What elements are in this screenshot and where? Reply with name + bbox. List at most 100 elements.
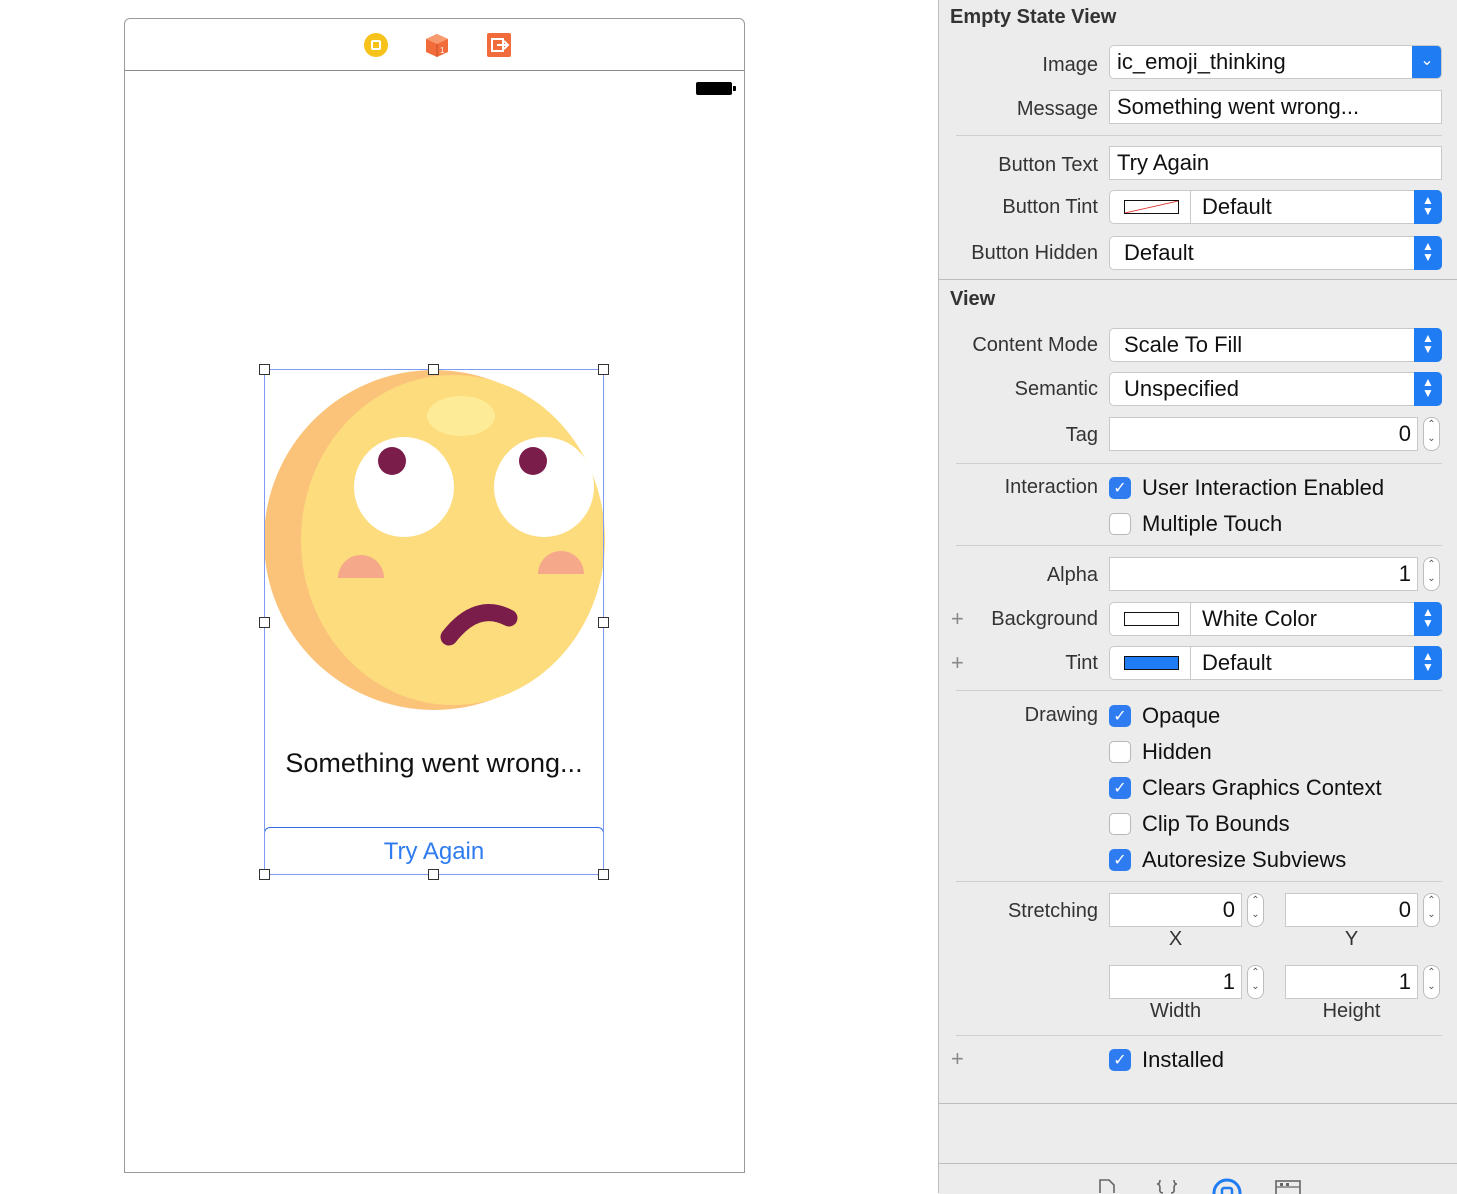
section-divider [939, 279, 1457, 280]
button-tint-value: Default [1202, 194, 1272, 219]
stretch-y-stepper[interactable]: ⌃ ⌄ [1423, 893, 1440, 927]
resize-handle-top[interactable] [428, 364, 439, 375]
clip-to-bounds-label: Clip To Bounds [1142, 811, 1290, 836]
popup-arrows-icon: ▲ ▼ [1414, 236, 1442, 270]
alpha-field[interactable]: 1 [1109, 557, 1418, 591]
stretch-y-caption: Y [1344, 928, 1359, 950]
stretch-width-field[interactable]: 1 [1109, 965, 1242, 999]
tag-label: Tag [1065, 424, 1098, 446]
button-hidden-value: Default [1124, 240, 1194, 265]
first-responder-icon[interactable]: 1 [423, 31, 451, 59]
installed-label: Installed [1142, 1047, 1224, 1072]
button-tint-swatch-area[interactable] [1110, 191, 1191, 223]
clip-to-bounds-checkbox[interactable] [1109, 813, 1131, 835]
tint-popup[interactable]: Default ▲ ▼ [1109, 646, 1442, 680]
library-tab-bar [939, 1163, 1457, 1194]
drawing-label: Drawing [1024, 704, 1098, 726]
media-library-icon[interactable] [1275, 1178, 1301, 1194]
background-popup[interactable]: White Color ▲ ▼ [1109, 602, 1442, 636]
content-mode-popup[interactable]: Scale To Fill ▲ ▼ [1109, 328, 1442, 362]
image-combo-box[interactable]: ic_emoji_thinking ⌄ [1109, 45, 1442, 79]
tint-value: Default [1202, 650, 1272, 675]
background-value: White Color [1202, 606, 1317, 631]
background-swatch-area[interactable] [1110, 603, 1191, 635]
hidden-label: Hidden [1142, 739, 1212, 764]
popup-arrows-icon: ▲ ▼ [1414, 602, 1442, 636]
popup-arrows-icon: ▲ ▼ [1414, 646, 1442, 680]
divider [956, 545, 1442, 546]
clears-graphics-label: Clears Graphics Context [1142, 775, 1382, 800]
semantic-value: Unspecified [1124, 376, 1239, 401]
user-interaction-checkbox[interactable]: ✓ [1109, 477, 1131, 499]
image-label: Image [1042, 54, 1098, 76]
empty-state-section-title: Empty State View [950, 6, 1117, 28]
button-tint-popup[interactable]: Default ▲ ▼ [1109, 190, 1442, 224]
stretch-x-field[interactable]: 0 [1109, 893, 1242, 927]
tint-swatch-area[interactable] [1110, 647, 1191, 679]
button-text-label: Button Text [998, 154, 1098, 176]
stretch-x-stepper[interactable]: ⌃ ⌄ [1247, 893, 1264, 927]
add-variation-icon[interactable]: + [951, 1046, 964, 1072]
white-color-swatch [1124, 612, 1179, 626]
divider [956, 1035, 1442, 1036]
no-color-swatch-icon [1124, 200, 1179, 214]
button-text-field[interactable]: Try Again [1109, 146, 1442, 180]
message-field[interactable]: Something went wrong... [1109, 90, 1442, 124]
add-variation-icon[interactable]: + [951, 650, 964, 676]
resize-handle-bottom-left[interactable] [259, 869, 270, 880]
code-snippet-icon[interactable] [1156, 1178, 1178, 1194]
resize-handle-bottom-right[interactable] [598, 869, 609, 880]
tag-stepper[interactable]: ⌃ ⌄ [1423, 417, 1440, 451]
stretch-height-stepper[interactable]: ⌃ ⌄ [1423, 965, 1440, 999]
storyboard-canvas: 1 Something went wrong... Try Again [0, 0, 938, 1193]
divider [956, 463, 1442, 464]
view-controller-icon[interactable] [362, 31, 390, 59]
interaction-label: Interaction [1004, 476, 1098, 498]
button-hidden-popup[interactable]: Default ▲ ▼ [1109, 236, 1442, 270]
user-interaction-label: User Interaction Enabled [1142, 475, 1385, 500]
view-section-title: View [950, 288, 996, 310]
opaque-label: Opaque [1142, 703, 1221, 728]
multiple-touch-checkbox[interactable] [1109, 513, 1131, 535]
clears-graphics-checkbox[interactable]: ✓ [1109, 777, 1131, 799]
opaque-checkbox[interactable]: ✓ [1109, 705, 1131, 727]
stretch-x-caption: X [1168, 928, 1183, 950]
divider [956, 690, 1442, 691]
stretch-y-field[interactable]: 0 [1285, 893, 1418, 927]
resize-handle-left[interactable] [259, 617, 270, 628]
tag-field[interactable]: 0 [1109, 417, 1418, 451]
chevron-down-icon[interactable]: ⌄ [1412, 46, 1441, 78]
alpha-label: Alpha [1046, 564, 1098, 586]
hidden-checkbox[interactable] [1109, 741, 1131, 763]
popup-arrows-icon: ▲ ▼ [1414, 328, 1442, 362]
resize-handle-top-right[interactable] [598, 364, 609, 375]
stretching-label: Stretching [1007, 900, 1098, 922]
resize-handle-right[interactable] [598, 617, 609, 628]
autoresize-label: Autoresize Subviews [1142, 847, 1347, 872]
autoresize-checkbox[interactable]: ✓ [1109, 849, 1131, 871]
resize-handle-top-left[interactable] [259, 364, 270, 375]
stretch-width-stepper[interactable]: ⌃ ⌄ [1247, 965, 1264, 999]
semantic-popup[interactable]: Unspecified ▲ ▼ [1109, 372, 1442, 406]
selection-outline [264, 369, 604, 875]
installed-checkbox[interactable]: ✓ [1109, 1049, 1131, 1071]
object-library-icon[interactable] [1212, 1178, 1242, 1194]
tint-label: Tint [1065, 652, 1098, 674]
stretch-width-caption: Width [1149, 1000, 1202, 1022]
popup-arrows-icon: ▲ ▼ [1414, 372, 1442, 406]
multiple-touch-label: Multiple Touch [1142, 511, 1283, 536]
resize-handle-bottom[interactable] [428, 869, 439, 880]
content-mode-value: Scale To Fill [1124, 332, 1243, 357]
message-label: Message [1016, 98, 1098, 120]
add-variation-icon[interactable]: + [951, 606, 964, 632]
stretch-height-field[interactable]: 1 [1285, 965, 1418, 999]
stretch-height-caption: Height [1322, 1000, 1381, 1022]
content-mode-label: Content Mode [972, 334, 1098, 356]
blue-color-swatch [1124, 656, 1179, 670]
exit-icon[interactable] [485, 31, 513, 59]
alpha-stepper[interactable]: ⌃ ⌄ [1423, 557, 1440, 591]
attributes-inspector: Empty State View Image ic_emoji_thinking… [938, 0, 1457, 1194]
svg-text:1: 1 [440, 46, 445, 55]
file-template-icon[interactable] [1097, 1178, 1117, 1194]
image-combo-value: ic_emoji_thinking [1117, 49, 1286, 74]
